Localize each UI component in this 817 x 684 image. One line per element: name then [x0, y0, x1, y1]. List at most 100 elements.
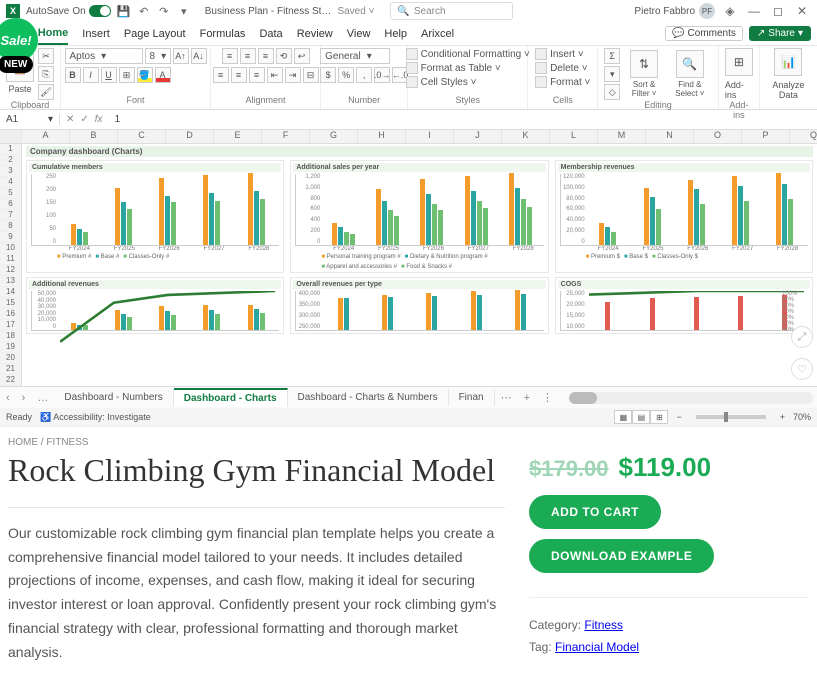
row-header[interactable]: 21: [0, 364, 21, 375]
row-header[interactable]: 11: [0, 254, 21, 265]
font-color-icon[interactable]: A: [155, 67, 171, 83]
heart-float-icon[interactable]: ♡: [791, 358, 813, 380]
column-header[interactable]: L: [550, 130, 598, 143]
sheet-tab-active[interactable]: Dashboard - Charts: [174, 388, 288, 407]
merge-icon[interactable]: ⊟: [303, 67, 319, 83]
cell-styles-button[interactable]: Cell Styles ˅: [406, 76, 477, 88]
search-input[interactable]: 🔍 Search: [390, 2, 513, 20]
align-top-icon[interactable]: ≡: [222, 48, 238, 64]
decrease-indent-icon[interactable]: ⇤: [267, 67, 283, 83]
format-as-table-button[interactable]: Format as Table ˅: [406, 62, 501, 74]
column-header[interactable]: H: [358, 130, 406, 143]
increase-decimal-icon[interactable]: .0→: [374, 67, 390, 83]
cut-icon[interactable]: ✂: [38, 48, 54, 64]
accessibility-status[interactable]: ♿ Accessibility: Investigate: [40, 412, 151, 423]
font-size-select[interactable]: 8▾: [145, 48, 171, 64]
decrease-font-icon[interactable]: A↓: [191, 48, 207, 64]
tab-formulas[interactable]: Formulas: [200, 24, 246, 44]
autosave-toggle[interactable]: AutoSave On: [26, 5, 111, 17]
row-header[interactable]: 20: [0, 353, 21, 364]
column-header[interactable]: Q: [790, 130, 817, 143]
normal-view-icon[interactable]: ▦: [614, 410, 632, 424]
saved-indicator[interactable]: Saved ˅: [337, 6, 374, 17]
find-select-icon[interactable]: 🔍: [676, 50, 704, 78]
zoom-level[interactable]: 70%: [793, 412, 811, 422]
maximize-icon[interactable]: ◻: [769, 2, 787, 20]
zoom-out-button[interactable]: −: [676, 412, 681, 422]
save-icon[interactable]: 💾: [117, 4, 131, 18]
increase-indent-icon[interactable]: ⇥: [285, 67, 301, 83]
new-sheet-button[interactable]: +: [518, 392, 536, 404]
page-break-view-icon[interactable]: ⊞: [650, 410, 668, 424]
row-header[interactable]: 7: [0, 210, 21, 221]
number-format-select[interactable]: General▾: [320, 48, 390, 64]
column-header[interactable]: I: [406, 130, 454, 143]
column-header[interactable]: J: [454, 130, 502, 143]
sheet-tab[interactable]: Dashboard - Charts & Numbers: [288, 389, 449, 406]
column-header[interactable]: G: [310, 130, 358, 143]
column-header[interactable]: P: [742, 130, 790, 143]
format-cells-button[interactable]: Format ˅: [535, 76, 590, 88]
comma-icon[interactable]: ,: [356, 67, 372, 83]
increase-font-icon[interactable]: A↑: [173, 48, 189, 64]
toggle-switch-icon[interactable]: [89, 5, 111, 17]
add-to-cart-button[interactable]: ADD TO CART: [529, 495, 661, 529]
row-header[interactable]: 12: [0, 265, 21, 276]
row-header[interactable]: 1: [0, 144, 21, 155]
page-layout-view-icon[interactable]: ▤: [632, 410, 650, 424]
sheet-tab[interactable]: Dashboard - Numbers: [54, 389, 173, 406]
column-header[interactable]: O: [694, 130, 742, 143]
horizontal-scrollbar[interactable]: [569, 392, 813, 404]
tab-insert[interactable]: Insert: [82, 24, 110, 44]
align-right-icon[interactable]: ≡: [249, 67, 265, 83]
copy-icon[interactable]: ⎘: [38, 66, 54, 82]
minimize-icon[interactable]: —: [745, 2, 763, 20]
analyze-data-icon[interactable]: 📊: [774, 48, 802, 76]
tab-page-layout[interactable]: Page Layout: [124, 24, 186, 44]
fx-icon[interactable]: fx: [95, 114, 103, 125]
tab-review[interactable]: Review: [297, 24, 333, 44]
sheet-more-icon[interactable]: ⋯: [495, 391, 518, 404]
column-header[interactable]: D: [166, 130, 214, 143]
tab-help[interactable]: Help: [384, 24, 407, 44]
column-header[interactable]: K: [502, 130, 550, 143]
column-header[interactable]: [0, 130, 22, 143]
addins-icon[interactable]: ⊞: [725, 48, 753, 76]
undo-icon[interactable]: ↶: [137, 4, 151, 18]
breadcrumb-category[interactable]: FITNESS: [46, 437, 88, 448]
autosum-icon[interactable]: Σ: [604, 48, 620, 64]
underline-button[interactable]: U: [101, 67, 117, 83]
fill-icon[interactable]: ▾: [604, 66, 620, 82]
enter-formula-icon[interactable]: ✓: [80, 114, 88, 125]
share-button[interactable]: ↗ Share ▾: [749, 26, 811, 41]
row-header[interactable]: 22: [0, 375, 21, 386]
sheet-tab[interactable]: Finan: [449, 389, 495, 406]
column-header[interactable]: A: [22, 130, 70, 143]
percent-icon[interactable]: %: [338, 67, 354, 83]
row-header[interactable]: 13: [0, 276, 21, 287]
row-header[interactable]: 18: [0, 331, 21, 342]
align-center-icon[interactable]: ≡: [231, 67, 247, 83]
zoom-slider[interactable]: [696, 415, 766, 419]
row-headers[interactable]: 12345678910111213141516171819202122: [0, 144, 22, 386]
orientation-icon[interactable]: ⟲: [276, 48, 292, 64]
row-header[interactable]: 8: [0, 221, 21, 232]
comments-button[interactable]: 💬 Comments: [665, 26, 743, 41]
bold-button[interactable]: B: [65, 67, 81, 83]
breadcrumb-home[interactable]: HOME: [8, 437, 38, 448]
conditional-formatting-button[interactable]: Conditional Formatting ˅: [406, 48, 530, 60]
clear-icon[interactable]: ◇: [604, 84, 620, 100]
currency-icon[interactable]: $: [320, 67, 336, 83]
row-header[interactable]: 19: [0, 342, 21, 353]
tab-home[interactable]: Home: [38, 23, 69, 45]
row-header[interactable]: 16: [0, 309, 21, 320]
qat-dropdown-icon[interactable]: ▾: [177, 4, 191, 18]
insert-cells-button[interactable]: Insert ˅: [535, 48, 584, 60]
zoom-float-icon[interactable]: ⤢: [791, 326, 813, 348]
row-header[interactable]: 6: [0, 199, 21, 210]
column-header[interactable]: E: [214, 130, 262, 143]
align-left-icon[interactable]: ≡: [213, 67, 229, 83]
view-switcher[interactable]: ▦ ▤ ⊞: [614, 410, 668, 424]
row-header[interactable]: 15: [0, 298, 21, 309]
tag-link[interactable]: Financial Model: [555, 640, 639, 654]
